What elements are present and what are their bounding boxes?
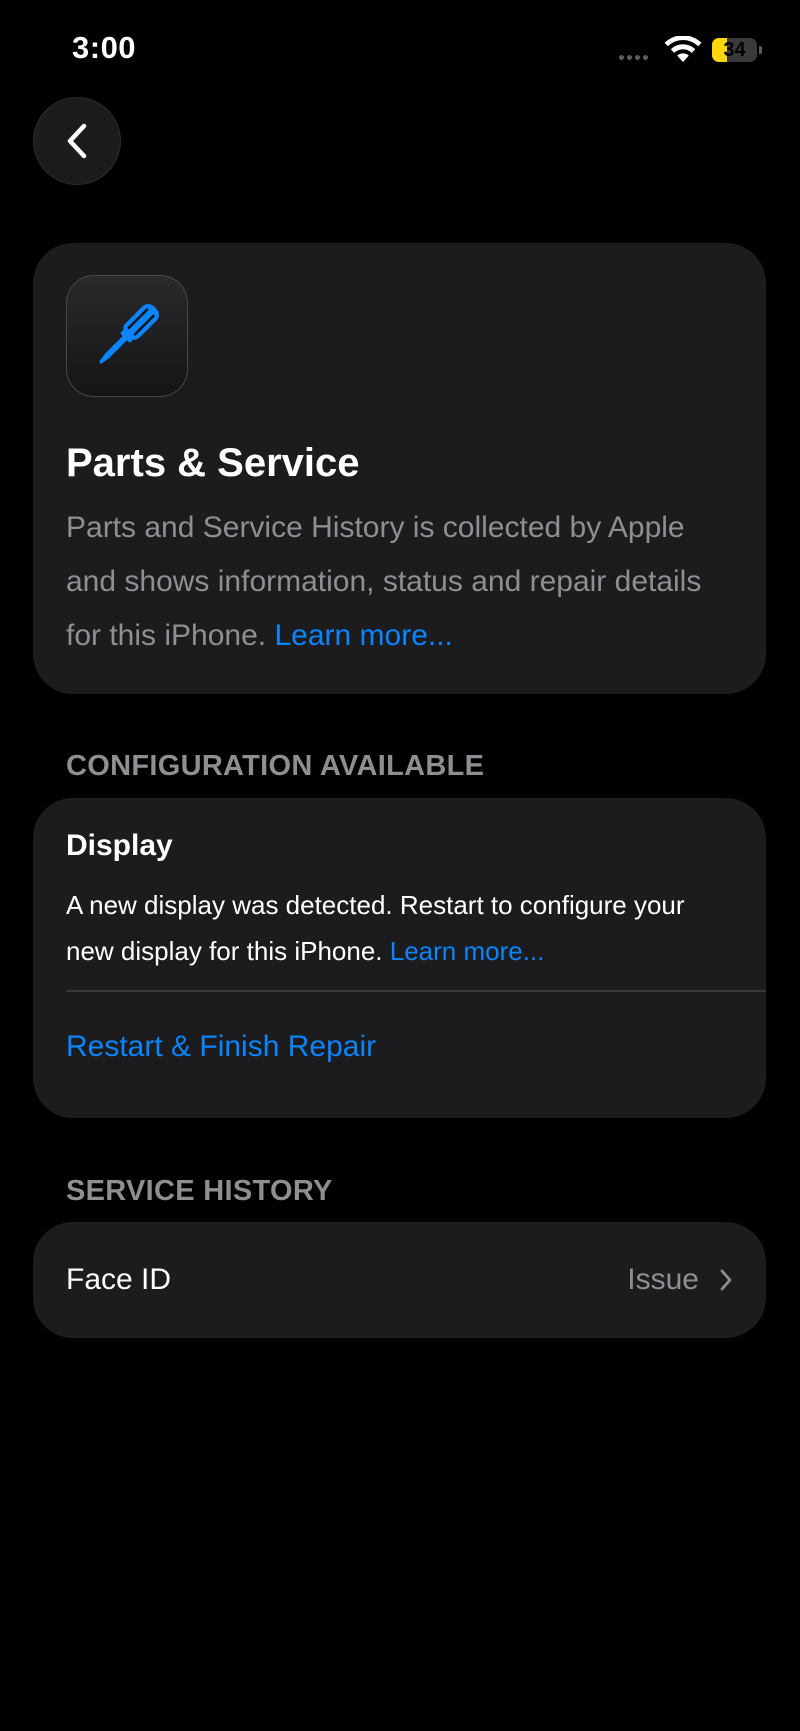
page-title: Parts & Service: [66, 441, 360, 485]
battery-tip: [759, 46, 762, 54]
restart-finish-repair-button[interactable]: Restart & Finish Repair: [66, 1030, 376, 1064]
configuration-title: Display: [66, 829, 173, 862]
configuration-learn-more-link[interactable]: Learn more...: [390, 936, 545, 966]
configuration-description: A new display was detected. Restart to c…: [66, 882, 736, 974]
configuration-card: Display A new display was detected. Rest…: [33, 798, 766, 1118]
status-bar: 3:00 34: [0, 0, 800, 100]
section-header-service-history: SERVICE HISTORY: [66, 1175, 333, 1207]
status-time: 3:00: [72, 30, 137, 65]
chevron-left-icon: [67, 123, 87, 159]
cellular-signal-icon: [619, 55, 648, 60]
wifi-icon: [664, 36, 702, 62]
parts-service-card: Parts & Service Parts and Service Histor…: [33, 243, 766, 694]
configuration-description-text: A new display was detected. Restart to c…: [66, 890, 685, 966]
chevron-right-icon: [720, 1269, 732, 1291]
section-header-configuration: CONFIGURATION AVAILABLE: [66, 750, 485, 782]
service-history-status: Issue: [627, 1263, 699, 1296]
back-button[interactable]: [33, 97, 121, 185]
battery-level: 34: [723, 38, 746, 61]
learn-more-link[interactable]: Learn more...: [274, 619, 452, 652]
screwdriver-icon: [99, 303, 160, 364]
intro-description: Parts and Service History is collected b…: [66, 501, 736, 663]
service-history-label: Face ID: [66, 1263, 172, 1296]
app-icon: [66, 275, 188, 397]
battery-icon: 34: [712, 38, 757, 62]
divider: [66, 990, 766, 992]
service-history-row-face-id[interactable]: Face ID Issue: [33, 1222, 766, 1338]
